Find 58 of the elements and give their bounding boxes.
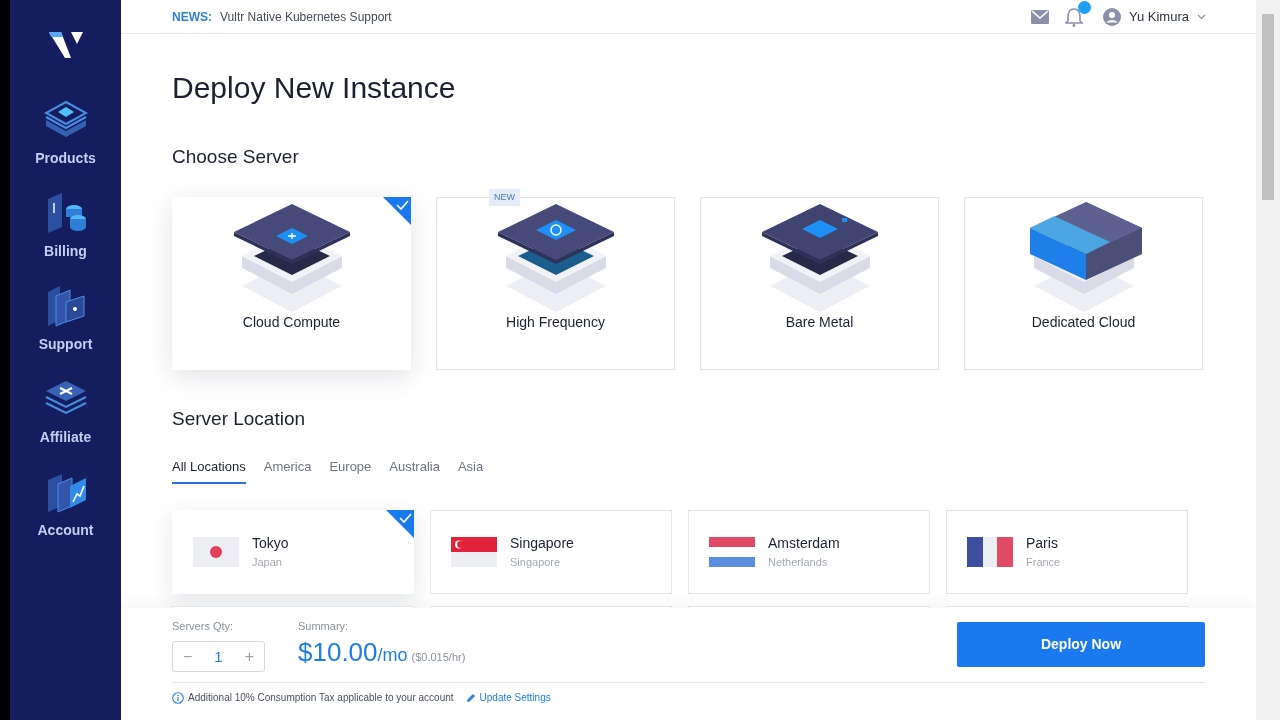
city-name: Singapore [510, 534, 574, 554]
country-name: Singapore [510, 555, 562, 571]
server-card[interactable]: Bare Metal [700, 196, 939, 370]
location-tab[interactable]: America [263, 456, 312, 485]
flag-icon [193, 537, 239, 568]
city-name: Amsterdam [768, 534, 840, 554]
summary-label: Summary: [298, 620, 350, 634]
deploy-button[interactable]: Deploy Now [957, 622, 1205, 667]
flag-icon [451, 537, 497, 568]
country-name: Japan [252, 555, 283, 571]
update-settings-link[interactable]: Update Settings [465, 691, 551, 705]
checkmark-corner-icon [386, 510, 414, 539]
tax-note: Additional 10% Consumption Tax applicable to your account [188, 691, 454, 705]
sidebar-item[interactable]: Affiliate [39, 377, 92, 448]
location-tab[interactable]: All Locations [172, 456, 246, 485]
user-menu[interactable]: Yu Kimura [1103, 6, 1206, 27]
sidebar-item[interactable]: Support [38, 284, 93, 355]
server-card[interactable]: Dedicated Cloud [964, 196, 1203, 370]
news-link[interactable]: Vultr Native Kubernetes Support [220, 7, 392, 26]
city-name: Paris [1026, 534, 1059, 554]
location-tab[interactable]: Asia [457, 456, 484, 485]
location-card[interactable]: Tokyo Japan [172, 510, 414, 595]
chevron-down-icon [1197, 13, 1206, 20]
price-unit: /mo [377, 645, 408, 667]
section-heading: Server Location [172, 407, 307, 431]
sidebar-item[interactable]: Products [35, 98, 96, 169]
info-icon [172, 691, 184, 704]
user-avatar-icon [1103, 7, 1121, 26]
location-tab[interactable]: Europe [329, 456, 372, 485]
server-name: High Frequency [506, 312, 605, 332]
sidebar-item[interactable]: Billing [43, 191, 88, 262]
country-name: Netherlands [768, 555, 829, 571]
location-tab[interactable]: Australia [389, 456, 440, 485]
server-name: Bare Metal [785, 312, 854, 332]
location-card[interactable]: Singapore Singapore [430, 510, 672, 595]
location-card[interactable]: Paris France [946, 510, 1188, 595]
pencil-icon [465, 692, 476, 703]
news-label: NEWS: [172, 8, 212, 26]
country-name: France [1026, 555, 1061, 571]
sidebar-item[interactable]: Account [37, 470, 94, 541]
server-card[interactable]: Cloud Compute [172, 196, 411, 370]
page-title: Deploy New Instance [172, 70, 457, 106]
mail-icon [1031, 9, 1049, 24]
scrollbar-thumb[interactable] [1262, 14, 1274, 200]
section-heading: Choose Server [172, 146, 300, 169]
hourly-price: ($0.015/hr) [411, 651, 466, 665]
location-card[interactable]: Amsterdam Netherlands [688, 510, 930, 595]
checkmark-corner-icon [383, 196, 411, 225]
price-amount: $10.00 [298, 637, 378, 669]
server-name: Dedicated Cloud [1031, 312, 1136, 332]
quantity-value: 1 [214, 647, 223, 666]
city-name: Tokyo [252, 534, 289, 554]
flag-icon [967, 537, 1013, 568]
new-badge: NEW [489, 188, 520, 207]
flag-icon [709, 537, 755, 568]
server-name: Cloud Compute [242, 312, 341, 332]
bell-icon [1065, 6, 1083, 27]
quantity-label: Servers Qty: [172, 620, 235, 634]
